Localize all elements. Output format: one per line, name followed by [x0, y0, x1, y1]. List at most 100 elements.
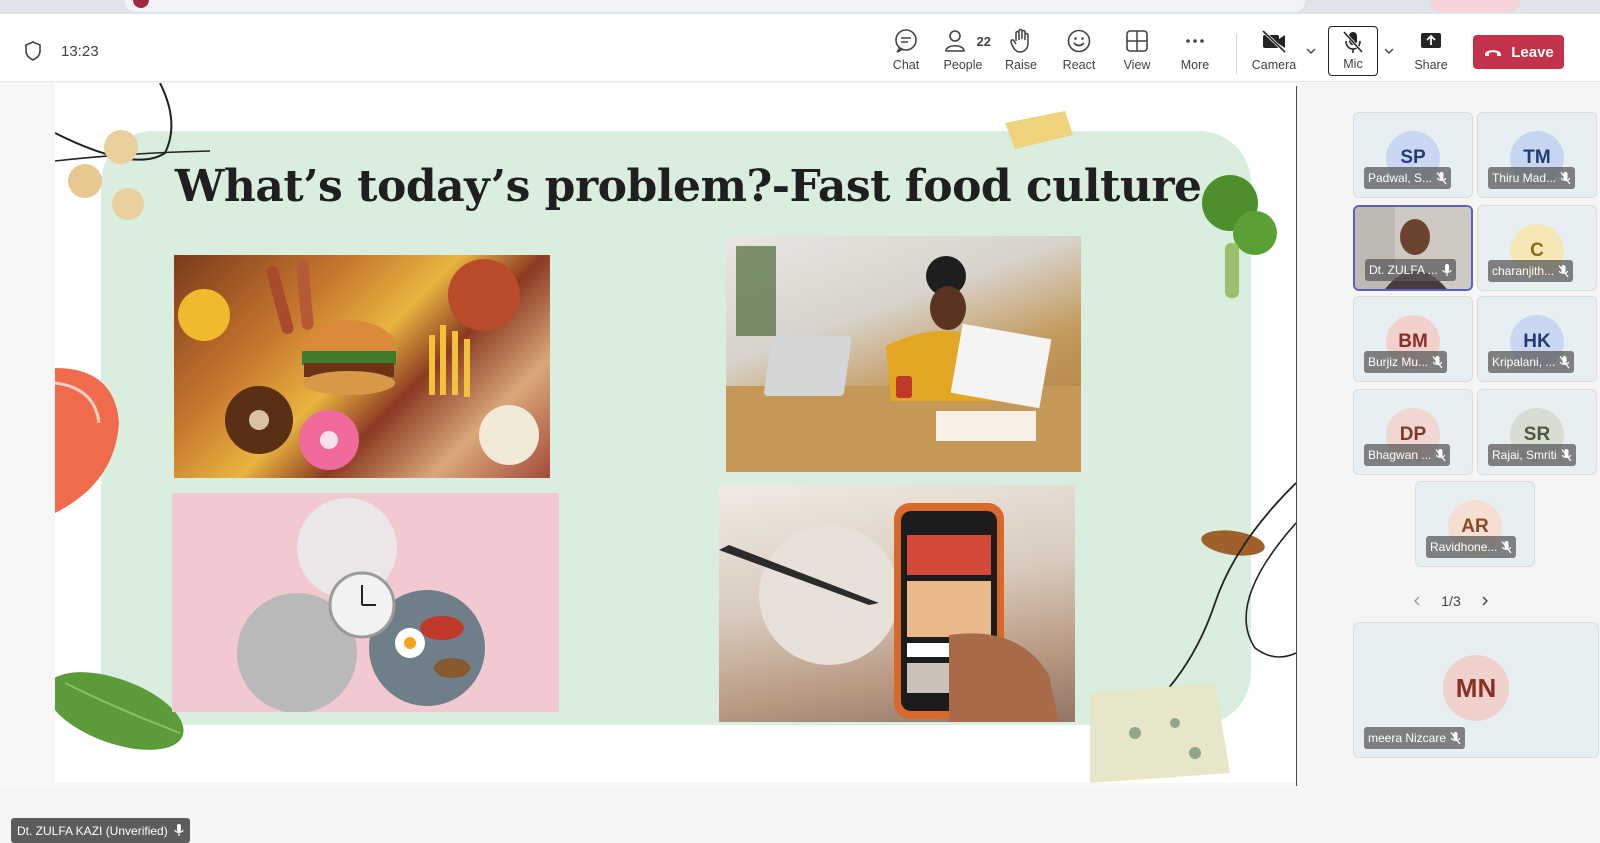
browser-profile-button[interactable]	[1430, 0, 1520, 12]
mic-muted-icon	[1501, 540, 1512, 553]
participant-name-tag: Ravidhone...	[1426, 536, 1517, 558]
participant-name-tag: Kripalani, ...	[1488, 351, 1575, 373]
presenter-name: Dt. ZULFA KAZI (Unverified)	[17, 823, 168, 838]
participant-tile[interactable]: DP Bhagwan ...	[1353, 389, 1473, 475]
browser-address-bar	[0, 0, 1600, 14]
share-label: Share	[1414, 58, 1448, 72]
slide-title: What’s today’s problem?-Fast food cultur…	[175, 161, 1202, 212]
participant-name-tag: meera Nizcare	[1364, 727, 1466, 749]
view-button[interactable]: View	[1109, 28, 1165, 76]
presenter-name-tag: Dt. ZULFA KAZI (Unverified)	[11, 818, 190, 843]
mic-muted-icon	[1561, 448, 1572, 461]
participants-gallery: SP Padwal, S... TM Thiru Mad... Dt. ZULFA ..…	[1297, 83, 1600, 787]
woman-at-desk-illustration	[726, 246, 1081, 472]
shield-icon	[25, 41, 41, 61]
mic-on-icon	[174, 824, 184, 836]
participant-avatar: MN	[1443, 655, 1509, 721]
url-field[interactable]	[125, 0, 1305, 12]
leave-label: Leave	[1511, 43, 1554, 61]
mic-muted-icon	[1450, 731, 1461, 744]
view-label: View	[1123, 58, 1151, 72]
participant-tile[interactable]: SP Padwal, S...	[1353, 112, 1473, 198]
gallery-pager: 1/3	[1411, 590, 1491, 612]
page-indicator: 1/3	[1441, 593, 1461, 609]
toolbar-divider	[1236, 34, 1237, 74]
mic-button[interactable]: Mic	[1328, 26, 1378, 76]
phone-fork-illustration	[719, 503, 1059, 722]
participant-name: Rajai, Smriti	[1492, 448, 1557, 462]
mic-off-icon	[1342, 30, 1364, 54]
react-label: React	[1062, 58, 1096, 72]
camera-label: Camera	[1251, 58, 1297, 72]
participant-tile-large[interactable]: MN meera Nizcare	[1353, 622, 1599, 758]
shared-content-stage: What’s today’s problem?-Fast food cultur…	[0, 83, 1296, 843]
participant-name: charanjith...	[1492, 264, 1555, 278]
camera-options-chevron-icon[interactable]	[1304, 44, 1318, 58]
participant-tile[interactable]: HK Kripalani, ...	[1477, 296, 1597, 382]
hang-up-icon	[1485, 50, 1502, 56]
people-icon	[944, 30, 965, 52]
participant-name: Padwal, S...	[1368, 171, 1433, 185]
participant-name: Burjiz Mu...	[1368, 355, 1429, 369]
more-icon	[1186, 39, 1204, 43]
mic-on-icon	[1442, 263, 1452, 276]
chat-button[interactable]: Chat	[878, 28, 934, 76]
participant-tile[interactable]: Dt. ZULFA ...	[1353, 205, 1473, 291]
participant-name-tag: Rajai, Smriti	[1488, 444, 1576, 466]
camera-off-icon	[1261, 29, 1287, 54]
participant-name-tag: Padwal, S...	[1364, 167, 1452, 189]
participant-name-tag: Bhagwan ...	[1364, 444, 1451, 466]
more-label: More	[1180, 58, 1210, 72]
participant-name-tag: charanjith...	[1488, 260, 1574, 282]
next-page-icon[interactable]	[1479, 595, 1491, 607]
people-button[interactable]: 22 People	[935, 28, 991, 76]
site-favicon	[133, 0, 149, 8]
leave-button[interactable]: Leave	[1473, 35, 1564, 69]
participant-name: Ravidhone...	[1430, 540, 1498, 554]
participant-name: Dt. ZULFA ...	[1369, 263, 1438, 277]
participant-name-tag: Thiru Mad...	[1488, 167, 1576, 189]
mic-muted-icon	[1436, 171, 1447, 184]
raise-hand-button[interactable]: Raise	[993, 28, 1049, 76]
mic-options-chevron-icon[interactable]	[1382, 44, 1396, 58]
fast-food-photo	[174, 255, 550, 478]
mic-muted-icon	[1559, 355, 1570, 368]
share-button[interactable]: Share	[1403, 28, 1459, 76]
grid-icon	[1126, 30, 1148, 52]
mic-label: Mic	[1343, 57, 1363, 71]
chat-label: Chat	[892, 58, 920, 72]
presentation-slide: What’s today’s problem?-Fast food cultur…	[55, 83, 1296, 783]
fast-food-illustration	[178, 259, 539, 470]
mic-muted-icon	[1558, 264, 1569, 277]
raise-label: Raise	[1005, 58, 1037, 72]
hand-icon	[1010, 28, 1029, 53]
people-count: 22	[976, 33, 991, 49]
plates-clock-illustration	[237, 498, 485, 712]
participant-tile[interactable]: AR Ravidhone...	[1415, 481, 1535, 567]
people-label: People	[943, 58, 983, 72]
plates-and-clock-photo	[172, 493, 559, 712]
woman-working-photo	[726, 236, 1081, 472]
meeting-timer: 13:23	[61, 43, 99, 60]
participant-name-tag: Dt. ZULFA ...	[1365, 259, 1456, 281]
mic-muted-icon	[1435, 448, 1446, 461]
smile-icon	[1067, 29, 1091, 53]
camera-button[interactable]: Camera	[1246, 28, 1302, 76]
mic-muted-icon	[1432, 355, 1443, 368]
previous-page-icon[interactable]	[1411, 595, 1423, 607]
participant-tile[interactable]: SR Rajai, Smriti	[1477, 389, 1597, 475]
participant-name: Kripalani, ...	[1492, 355, 1556, 369]
more-button[interactable]: More	[1167, 28, 1223, 76]
participant-tile[interactable]: BM Burjiz Mu...	[1353, 296, 1473, 382]
participant-name: Bhagwan ...	[1368, 448, 1432, 462]
participant-name-tag: Burjiz Mu...	[1364, 351, 1448, 373]
chat-icon	[895, 29, 917, 53]
react-button[interactable]: React	[1051, 28, 1107, 76]
mic-muted-icon	[1560, 171, 1571, 184]
share-icon	[1421, 33, 1441, 48]
participant-tile[interactable]: TM Thiru Mad...	[1477, 112, 1597, 198]
participant-tile[interactable]: Ccharanjith...	[1477, 205, 1597, 291]
participant-name: meera Nizcare	[1368, 731, 1447, 745]
meeting-toolbar: 13:23 Chat 22 People Raise React View Mo…	[0, 14, 1600, 82]
phone-while-eating-photo	[719, 485, 1075, 722]
